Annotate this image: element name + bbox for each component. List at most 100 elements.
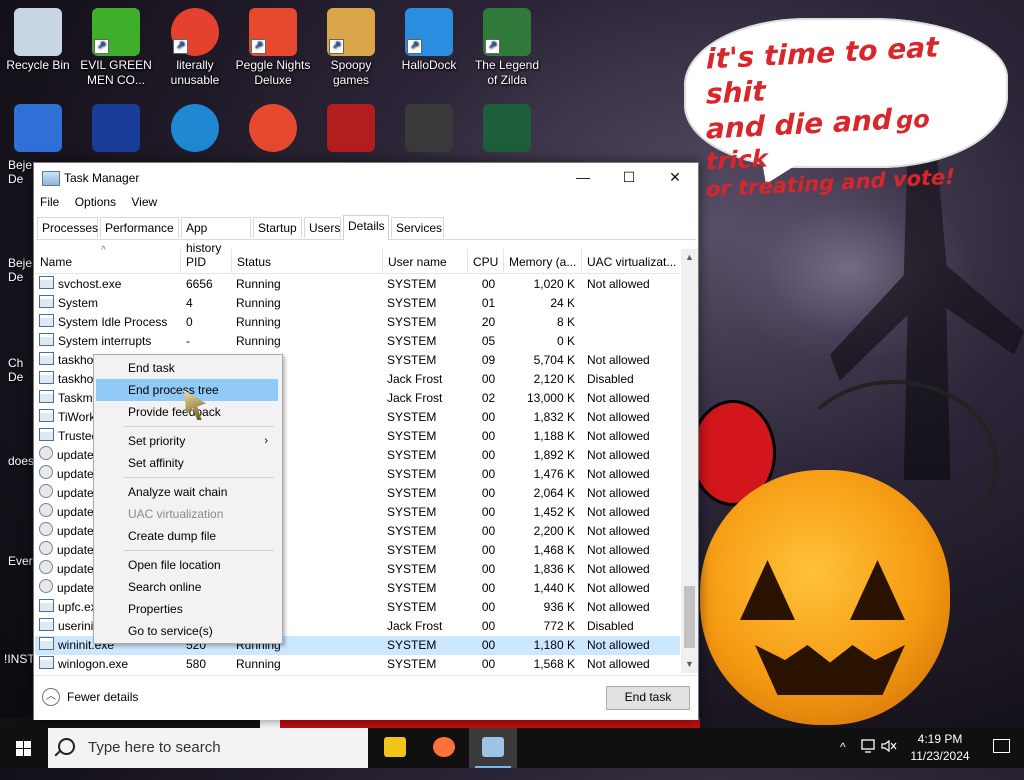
- table-row[interactable]: System Idle Process 0 Running SYSTEM 20 8 K: [35, 313, 680, 332]
- maximize-button[interactable]: ☐: [606, 163, 652, 193]
- menu-item-go-to-service-s[interactable]: Go to service(s): [96, 620, 278, 642]
- menu-item-uac-virtualization: UAC virtualization: [96, 503, 278, 525]
- cell-mem: 936 K: [543, 600, 575, 614]
- col-name[interactable]: Name: [35, 249, 180, 273]
- cell-uac: Not allowed: [587, 448, 650, 462]
- desktop-icon-mpl[interactable]: [78, 104, 154, 154]
- cell-user: Jack Frost: [387, 372, 443, 386]
- menu-item-properties[interactable]: Properties: [96, 598, 278, 620]
- cell-cpu: 20: [481, 315, 496, 329]
- cell-name: update: [57, 467, 94, 481]
- end-task-button[interactable]: End task: [606, 686, 690, 710]
- file-explorer-icon: [384, 737, 406, 757]
- taskbar-app-task-manager[interactable]: [469, 728, 517, 768]
- menu-view[interactable]: View: [125, 193, 163, 209]
- desktop-icon-flash[interactable]: [313, 104, 389, 154]
- volume-icon[interactable]: [880, 737, 898, 777]
- col-memory[interactable]: Memory (a...: [503, 249, 581, 273]
- desktop-icon-chrome[interactable]: ↗ literally unusable: [157, 8, 233, 88]
- menu-item-label: Create dump file: [128, 529, 217, 543]
- notification-center-button[interactable]: [982, 728, 1022, 768]
- shortcut-arrow-icon: ↗: [173, 39, 188, 54]
- menu-file[interactable]: File: [34, 193, 65, 209]
- cell-mem: 1,440 K: [533, 581, 575, 595]
- tab-details[interactable]: Details: [343, 215, 389, 240]
- cell-mem: 8 K: [556, 315, 575, 329]
- table-row[interactable]: winlogon.exe 580 Running SYSTEM 00 1,568 K Not…: [35, 655, 680, 671]
- desktop-icon-zilda[interactable]: ↗ The Legend of Zilda: [469, 8, 545, 88]
- minimize-button[interactable]: —: [560, 163, 606, 193]
- col-uac[interactable]: UAC virtualizat...: [581, 249, 680, 273]
- col-status[interactable]: Status: [231, 249, 382, 273]
- col-pid[interactable]: PID: [180, 249, 231, 273]
- yashma-icon: [483, 104, 531, 152]
- menu-item-label: Analyze wait chain: [128, 485, 228, 499]
- taskbar-app-file-explorer[interactable]: [371, 728, 419, 768]
- tab-app-history[interactable]: App history: [181, 217, 251, 255]
- table-row[interactable]: svchost.exe 6656 Running SYSTEM 00 1,020 K Not…: [35, 275, 680, 294]
- cell-name: upfc.ex: [58, 600, 97, 614]
- process-icon: [39, 579, 53, 593]
- desktop-icon-recycle-bin[interactable]: Recycle Bin: [0, 8, 76, 73]
- desktop-icon-peggle[interactable]: ↗ Peggle Nights Deluxe: [235, 8, 311, 88]
- cell-mem: 1,452 K: [533, 505, 575, 519]
- scroll-thumb[interactable]: [684, 586, 695, 648]
- desktop-icon-windows[interactable]: ↗ HalloDock: [391, 8, 467, 73]
- network-icon[interactable]: [860, 737, 878, 777]
- menu-item-open-file-location[interactable]: Open file location: [96, 554, 278, 576]
- menu-item-create-dump-file[interactable]: Create dump file: [96, 525, 278, 547]
- menu-item-end-task[interactable]: End task: [96, 357, 278, 379]
- menu-item-set-priority[interactable]: Set priority ›: [96, 430, 278, 452]
- cell-cpu: 00: [481, 505, 496, 519]
- taskbar: Type here to search ^ 4:19 PM 11/23/2024: [0, 728, 1024, 768]
- tab-services[interactable]: Services: [391, 217, 444, 238]
- menu-options[interactable]: Options: [69, 193, 122, 209]
- system-clock[interactable]: 4:19 PM 11/23/2024: [898, 731, 982, 765]
- col-cpu[interactable]: CPU: [467, 249, 503, 273]
- search-placeholder: Type here to search: [88, 739, 221, 756]
- menu-item-analyze-wait-chain[interactable]: Analyze wait chain: [96, 481, 278, 503]
- remote-icon: [405, 104, 453, 152]
- taskbar-search-box[interactable]: Type here to search: [48, 728, 368, 768]
- table-row[interactable]: System 4 Running SYSTEM 01 24 K: [35, 294, 680, 313]
- desktop-icon-remote[interactable]: [391, 104, 467, 154]
- process-icon: [39, 428, 54, 441]
- cell-mem: 2,064 K: [533, 486, 575, 500]
- desktop-icon-yashma[interactable]: [469, 104, 545, 154]
- menu-item-set-affinity[interactable]: Set affinity: [96, 452, 278, 474]
- flash-icon: [327, 104, 375, 152]
- tab-processes[interactable]: Processes: [37, 217, 98, 238]
- fewer-details-link[interactable]: Fewer details: [67, 690, 138, 704]
- title-bar[interactable]: Task Manager — ☐ ✕: [34, 163, 698, 193]
- shortcut-arrow-icon: ↗: [407, 39, 422, 54]
- desktop-icon-peggle[interactable]: [235, 104, 311, 154]
- menu-separator: [124, 477, 274, 478]
- col-user-name[interactable]: User name: [382, 249, 467, 273]
- peggle-icon: ↗: [249, 8, 297, 56]
- desktop-icon-bejeweled[interactable]: [0, 104, 76, 154]
- scroll-down-icon[interactable]: ▼: [681, 656, 698, 673]
- menu-item-search-online[interactable]: Search online: [96, 576, 278, 598]
- taskbar-app-firefox[interactable]: [420, 728, 468, 768]
- scroll-up-icon[interactable]: ▲: [681, 249, 698, 266]
- desktop-icon-folder[interactable]: ↗ Spoopy games: [313, 8, 389, 88]
- tab-startup[interactable]: Startup: [253, 217, 302, 238]
- table-row[interactable]: System interrupts - Running SYSTEM 05 0 K: [35, 332, 680, 351]
- close-button[interactable]: ✕: [652, 163, 698, 193]
- tab-performance[interactable]: Performance: [100, 217, 179, 238]
- cell-status: Running: [236, 277, 281, 291]
- tab-users[interactable]: Users: [304, 217, 341, 238]
- chevron-up-icon[interactable]: ︿: [42, 688, 60, 706]
- cell-name: update: [57, 505, 94, 519]
- menu-bar: File Options View: [34, 193, 698, 213]
- column-header-row: ^ Name PID Status User name CPU Memory (…: [35, 245, 680, 274]
- cell-user: SYSTEM: [387, 429, 437, 443]
- desktop-icon-edge[interactable]: [157, 104, 233, 154]
- tray-chevron-icon[interactable]: ^: [840, 740, 846, 780]
- start-button[interactable]: [0, 728, 48, 768]
- search-icon: [58, 738, 75, 755]
- cell-name-wrap: System: [39, 294, 177, 313]
- vertical-scrollbar[interactable]: ▲ ▼: [681, 249, 698, 673]
- cell-cpu: 05: [481, 334, 496, 348]
- desktop-icon-green-men[interactable]: ↗ EVIL GREEN MEN CO...: [78, 8, 154, 88]
